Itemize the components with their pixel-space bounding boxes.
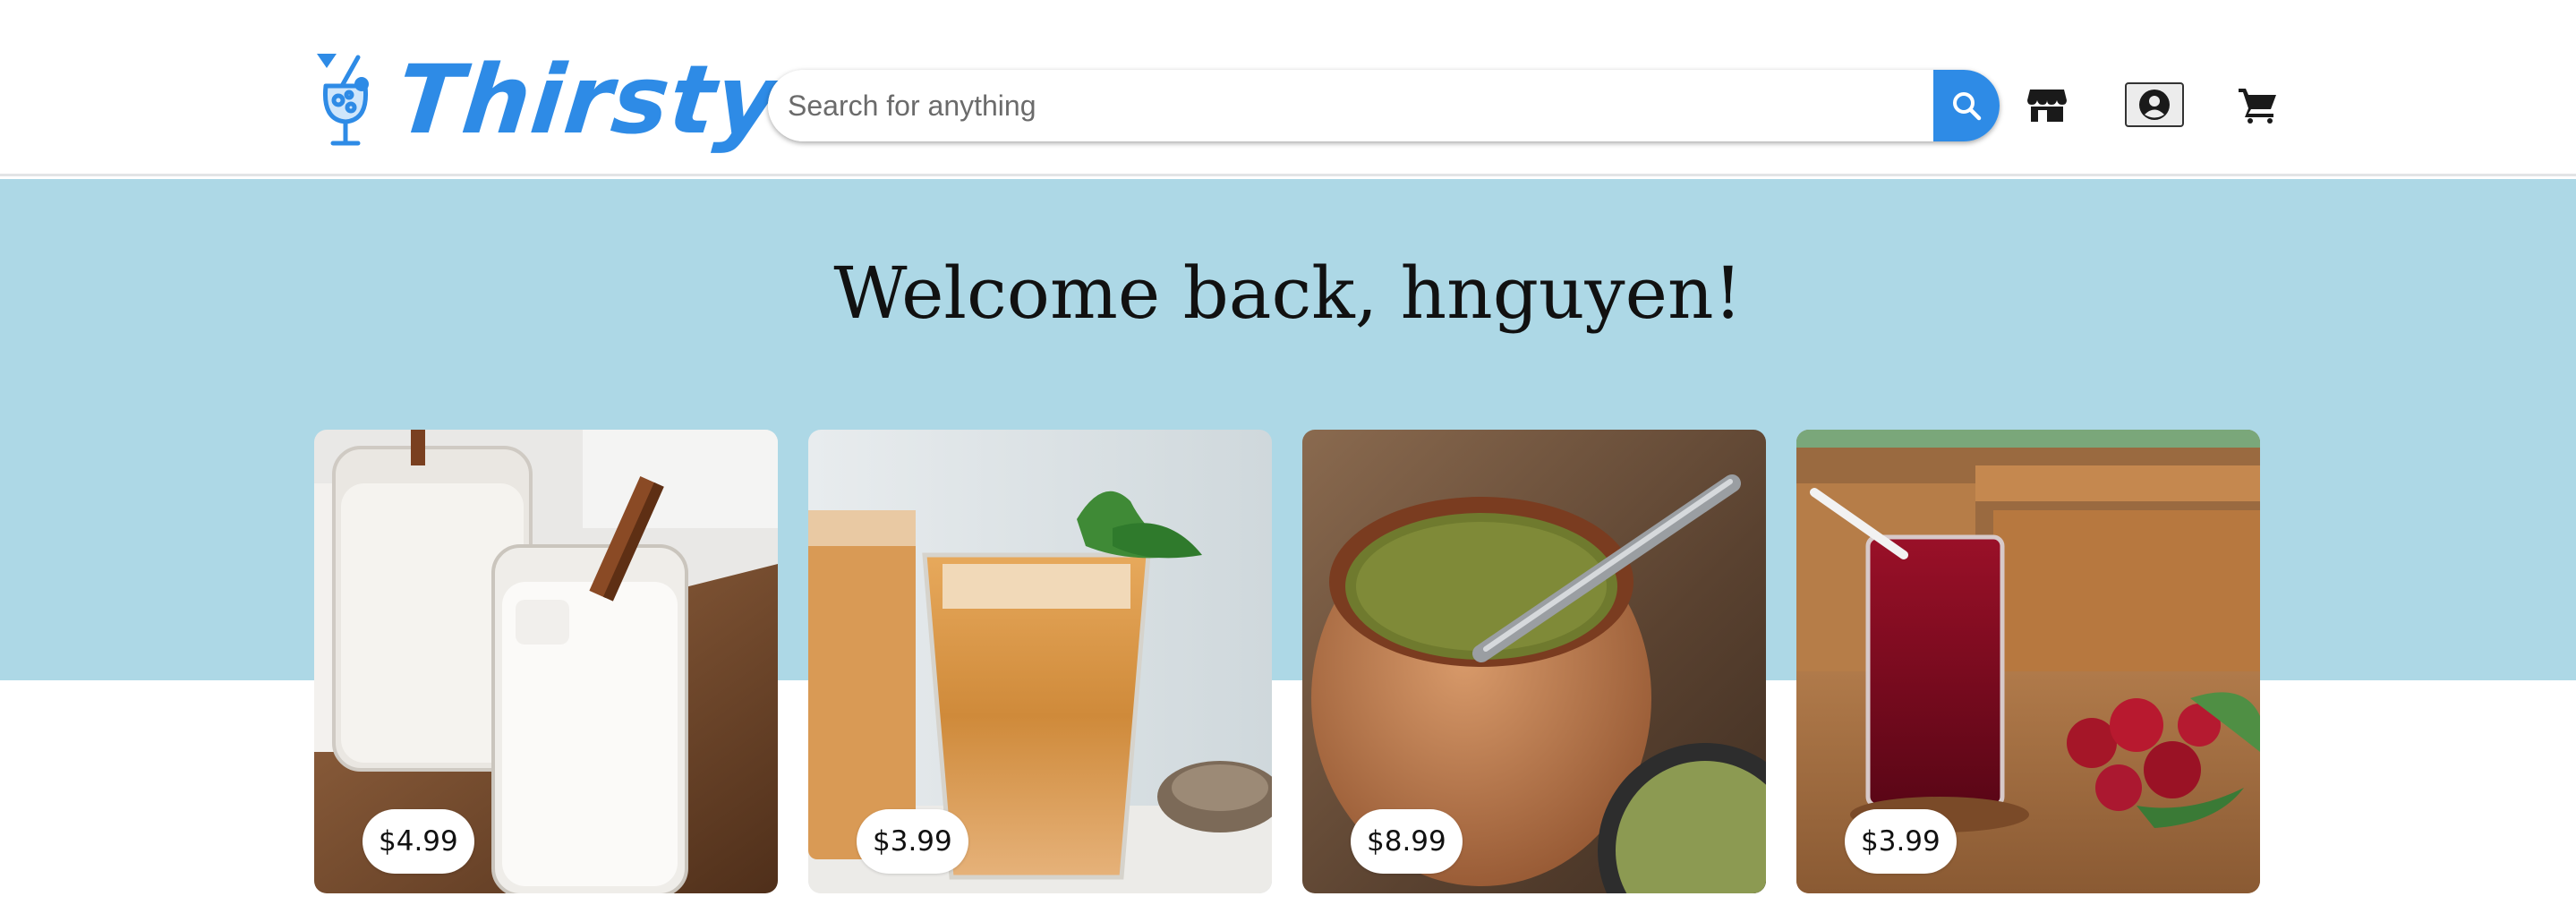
welcome-heading: Welcome back, hnguyen! bbox=[833, 252, 1743, 335]
price-badge: $8.99 bbox=[1351, 809, 1463, 874]
store-button[interactable] bbox=[2026, 84, 2068, 125]
search-icon bbox=[1953, 92, 1982, 121]
brand-logo[interactable]: Thirsty bbox=[315, 38, 785, 163]
brand-name: Thirsty bbox=[391, 45, 785, 155]
product-card[interactable]: $3.99 bbox=[808, 430, 1272, 893]
site-header: Thirsty bbox=[0, 0, 2576, 176]
price-badge: $3.99 bbox=[857, 809, 968, 874]
search-input[interactable] bbox=[768, 70, 1933, 141]
account-icon bbox=[2139, 90, 2170, 120]
product-card[interactable]: $3.99 bbox=[1796, 430, 2260, 893]
price-badge: $4.99 bbox=[363, 809, 474, 874]
account-button[interactable] bbox=[2125, 82, 2184, 127]
cocktail-glass-icon bbox=[317, 54, 369, 146]
price-badge: $3.99 bbox=[1845, 809, 1957, 874]
cart-button[interactable] bbox=[2238, 86, 2277, 124]
search-bar bbox=[768, 70, 2000, 141]
search-button[interactable] bbox=[1933, 70, 2000, 141]
cart-icon bbox=[2239, 89, 2276, 124]
store-icon bbox=[2027, 90, 2067, 122]
product-card[interactable]: $4.99 bbox=[314, 430, 778, 893]
product-card[interactable]: $8.99 bbox=[1302, 430, 1766, 893]
